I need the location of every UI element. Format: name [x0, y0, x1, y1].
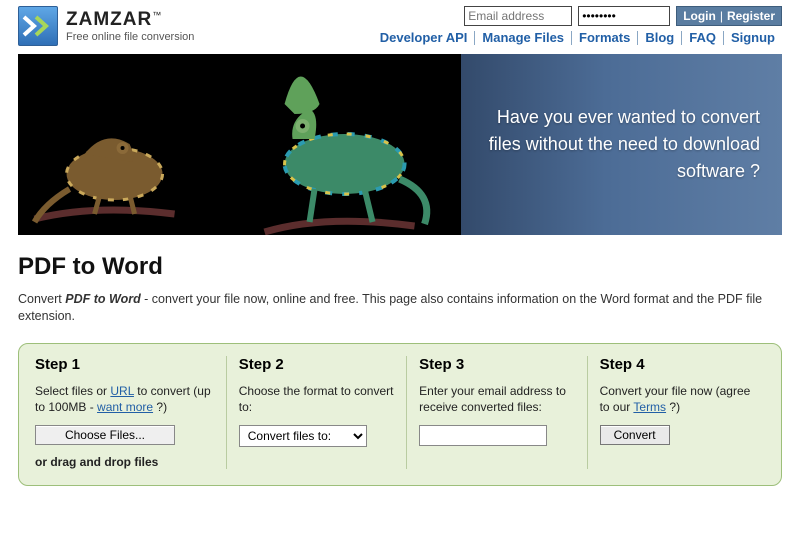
page-title: PDF to Word: [18, 253, 782, 281]
hero-slogan: Have you ever wanted to convert files wi…: [483, 104, 760, 185]
brand-name: ZAMZAR™: [66, 9, 194, 31]
nav-signup[interactable]: Signup: [724, 30, 782, 45]
format-select[interactable]: Convert files to:: [239, 425, 367, 447]
login-register-button[interactable]: Login | Register: [676, 6, 782, 26]
step-4: Step 4 Convert your file now (agree to o…: [587, 356, 767, 469]
nav-blog[interactable]: Blog: [638, 30, 681, 45]
step-4-title: Step 4: [600, 356, 755, 373]
logo[interactable]: ZAMZAR™ Free online file conversion: [18, 6, 194, 46]
step-3-title: Step 3: [419, 356, 574, 373]
terms-link[interactable]: Terms: [633, 400, 666, 414]
nav-manage-files[interactable]: Manage Files: [475, 30, 571, 45]
drag-drop-label: or drag and drop files: [35, 455, 214, 469]
step-2-title: Step 2: [239, 356, 394, 373]
nav-formats[interactable]: Formats: [572, 30, 637, 45]
step-1-text: Select files or URL to convert (up to 10…: [35, 383, 214, 415]
step-1-title: Step 1: [35, 356, 214, 373]
tagline: Free online file conversion: [66, 31, 194, 43]
conversion-steps: Step 1 Select files or URL to convert (u…: [18, 343, 782, 486]
hero-image: [18, 54, 461, 235]
step-1: Step 1 Select files or URL to convert (u…: [33, 356, 226, 469]
zamzar-logo-icon: [18, 6, 58, 46]
nav-faq[interactable]: FAQ: [682, 30, 723, 45]
nav-developer-api[interactable]: Developer API: [373, 30, 475, 45]
want-more-link[interactable]: want more: [97, 400, 153, 414]
step-3: Step 3 Enter your email address to recei…: [406, 356, 586, 469]
step-4-text: Convert your file now (agree to our Term…: [600, 383, 755, 415]
email-input[interactable]: [464, 6, 572, 26]
url-link[interactable]: URL: [110, 384, 134, 398]
step-2-text: Choose the format to convert to:: [239, 383, 394, 415]
step-2: Step 2 Choose the format to convert to: …: [226, 356, 406, 469]
page-description: Convert PDF to Word - convert your file …: [18, 291, 782, 325]
convert-button[interactable]: Convert: [600, 425, 670, 445]
top-nav: Developer API Manage Files Formats Blog …: [373, 30, 782, 45]
password-input[interactable]: [578, 6, 670, 26]
step-3-text: Enter your email address to receive conv…: [419, 383, 574, 415]
recipient-email-input[interactable]: [419, 425, 547, 446]
choose-files-button[interactable]: Choose Files...: [35, 425, 175, 445]
hero-banner: Have you ever wanted to convert files wi…: [18, 54, 782, 235]
